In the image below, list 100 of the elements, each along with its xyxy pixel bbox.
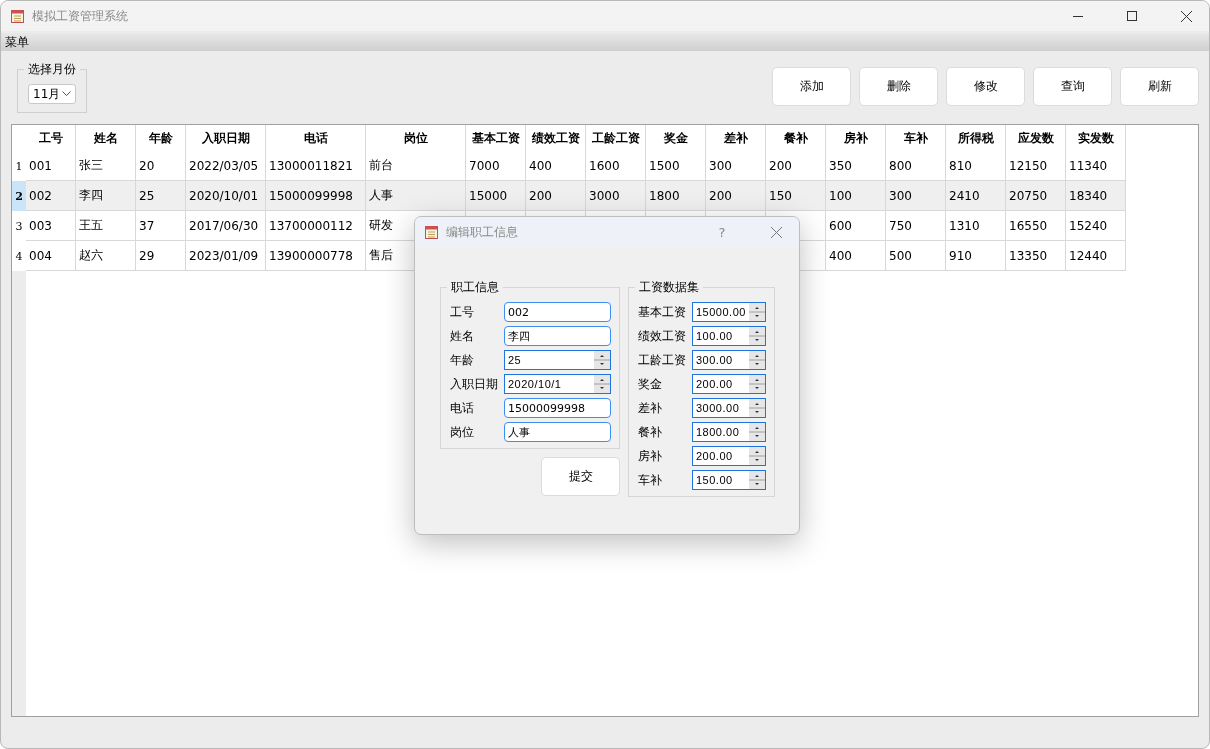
toolbar-button[interactable]: 查询 — [1033, 67, 1112, 106]
month-dropdown[interactable]: 11月 — [28, 84, 76, 104]
field-label: 入职日期 — [450, 375, 499, 393]
spin-value: 15000.00 — [693, 306, 749, 318]
table-cell: 003 — [26, 211, 76, 241]
field-label: 奖金 — [638, 375, 663, 393]
field-label: 工龄工资 — [638, 351, 687, 369]
app-icon — [425, 225, 438, 239]
table-cell: 500 — [886, 241, 946, 271]
table-cell: 200 — [526, 181, 586, 211]
input-field[interactable]: 人事 — [504, 422, 611, 442]
group-title: 职工信息 — [447, 279, 503, 296]
spin-box[interactable]: 150.00 — [692, 470, 766, 490]
table-cell: 2023/01/09 — [186, 241, 266, 271]
spin-box[interactable]: 2020/10/1 — [504, 374, 611, 394]
table-cell: 赵六 — [76, 241, 136, 271]
table-cell: 400 — [826, 241, 886, 271]
table-cell: 1600 — [586, 151, 646, 181]
table-cell: 150 — [766, 181, 826, 211]
spin-box[interactable]: 300.00 — [692, 350, 766, 370]
table-cell: 25 — [136, 181, 186, 211]
table-cell: 1800 — [646, 181, 706, 211]
table-cell: 29 — [136, 241, 186, 271]
spin-arrows-icon[interactable] — [749, 423, 765, 441]
field-label: 绩效工资 — [638, 327, 687, 345]
spin-arrows-icon[interactable] — [749, 375, 765, 393]
table-cell: 600 — [826, 211, 886, 241]
table-cell: 前台 — [366, 151, 466, 181]
field-label: 岗位 — [450, 423, 475, 441]
submit-button[interactable]: 提交 — [541, 457, 620, 496]
toolbar-button[interactable]: 修改 — [946, 67, 1025, 106]
table-cell: 2022/03/05 — [186, 151, 266, 181]
table-cell: 18340 — [1066, 181, 1126, 211]
spin-arrows-icon[interactable] — [749, 303, 765, 321]
toolbar-button[interactable]: 添加 — [772, 67, 851, 106]
spin-arrows-icon[interactable] — [594, 351, 610, 369]
table-cell: 910 — [946, 241, 1006, 271]
field-label: 餐补 — [638, 423, 663, 441]
table-cell: 12150 — [1006, 151, 1066, 181]
table-cell: 200 — [706, 181, 766, 211]
spin-box[interactable]: 15000.00 — [692, 302, 766, 322]
table-cell: 800 — [886, 151, 946, 181]
table-cell: 李四 — [76, 181, 136, 211]
table-cell: 12440 — [1066, 241, 1126, 271]
spin-arrows-icon[interactable] — [749, 399, 765, 417]
maximize-icon — [1127, 11, 1137, 21]
input-field[interactable]: 15000099998 — [504, 398, 611, 418]
spin-box[interactable]: 1800.00 — [692, 422, 766, 442]
table-cell: 15240 — [1066, 211, 1126, 241]
table-cell: 3000 — [586, 181, 646, 211]
toolbar-button[interactable]: 删除 — [859, 67, 938, 106]
spin-arrows-icon[interactable] — [749, 447, 765, 465]
spin-box[interactable]: 25 — [504, 350, 611, 370]
spin-value: 25 — [505, 354, 594, 366]
table-cell: 15000 — [466, 181, 526, 211]
chevron-down-icon — [62, 91, 71, 97]
spin-box[interactable]: 200.00 — [692, 374, 766, 394]
table-cell: 20 — [136, 151, 186, 181]
table-cell: 300 — [706, 151, 766, 181]
table-cell: 300 — [886, 181, 946, 211]
table-cell: 2017/06/30 — [186, 211, 266, 241]
table-cell: 2020/10/01 — [186, 181, 266, 211]
spin-arrows-icon[interactable] — [594, 375, 610, 393]
table-cell: 810 — [946, 151, 1006, 181]
field-label: 工号 — [450, 303, 475, 321]
table-cell: 2410 — [946, 181, 1006, 211]
spin-value: 200.00 — [693, 378, 749, 390]
toolbar-button[interactable]: 刷新 — [1120, 67, 1199, 106]
field-label: 电话 — [450, 399, 475, 417]
spin-arrows-icon[interactable] — [749, 471, 765, 489]
table-cell: 人事 — [366, 181, 466, 211]
table-cell: 11340 — [1066, 151, 1126, 181]
menu-item[interactable]: 菜单 — [1, 33, 33, 51]
spin-box[interactable]: 3000.00 — [692, 398, 766, 418]
table-cell: 004 — [26, 241, 76, 271]
spin-value: 200.00 — [693, 450, 749, 462]
spin-arrows-icon[interactable] — [749, 351, 765, 369]
spin-value: 300.00 — [693, 354, 749, 366]
table-cell: 400 — [526, 151, 586, 181]
spin-box[interactable]: 100.00 — [692, 326, 766, 346]
table-cell: 13350 — [1006, 241, 1066, 271]
field-label: 房补 — [638, 447, 663, 465]
spin-arrows-icon[interactable] — [749, 327, 765, 345]
row-header[interactable]: 2 — [12, 181, 26, 211]
table-cell: 13700000112 — [266, 211, 366, 241]
spin-value: 1800.00 — [693, 426, 749, 438]
field-label: 差补 — [638, 399, 663, 417]
close-icon — [1180, 10, 1192, 22]
table-cell: 350 — [826, 151, 886, 181]
table-cell: 37 — [136, 211, 186, 241]
table-cell: 王五 — [76, 211, 136, 241]
input-field[interactable]: 002 — [504, 302, 611, 322]
table-cell: 13900000778 — [266, 241, 366, 271]
table-cell: 1500 — [646, 151, 706, 181]
input-field[interactable]: 李四 — [504, 326, 611, 346]
spin-box[interactable]: 200.00 — [692, 446, 766, 466]
table-cell: 13000011821 — [266, 151, 366, 181]
field-label: 姓名 — [450, 327, 475, 345]
table-cell: 20750 — [1006, 181, 1066, 211]
field-label: 车补 — [638, 471, 663, 489]
